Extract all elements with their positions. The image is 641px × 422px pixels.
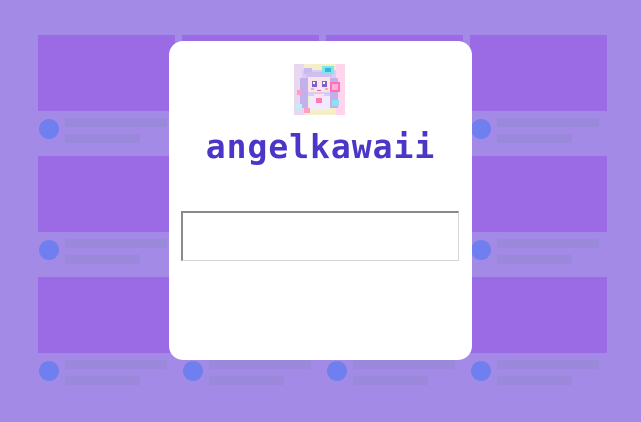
message-input[interactable]	[181, 211, 459, 261]
card-thumbnail	[470, 156, 607, 232]
card-thumbnail	[38, 277, 175, 353]
card-thumbnail	[38, 156, 175, 232]
card-avatar	[471, 361, 491, 381]
card-avatar	[39, 240, 59, 260]
card-title-placeholder	[65, 239, 167, 248]
grid-card[interactable]	[38, 277, 175, 387]
card-subtitle-placeholder	[65, 255, 140, 264]
card-subtitle-placeholder	[209, 376, 284, 385]
grid-card[interactable]	[38, 35, 175, 145]
card-subtitle-placeholder	[65, 134, 140, 143]
card-thumbnail	[470, 35, 607, 111]
grid-card[interactable]	[470, 156, 607, 266]
card-subtitle-placeholder	[497, 255, 572, 264]
card-title-placeholder	[497, 239, 599, 248]
card-thumbnail	[38, 35, 175, 111]
card-title-placeholder	[65, 118, 167, 127]
card-avatar	[39, 361, 59, 381]
card-subtitle-placeholder	[497, 134, 572, 143]
profile-username: angelkawaii	[205, 127, 436, 166]
card-subtitle-placeholder	[497, 376, 572, 385]
card-subtitle-placeholder	[65, 376, 140, 385]
card-title-placeholder	[353, 360, 455, 369]
grid-card[interactable]	[38, 156, 175, 266]
card-title-placeholder	[65, 360, 167, 369]
card-avatar	[471, 240, 491, 260]
grid-card[interactable]	[470, 277, 607, 387]
card-subtitle-placeholder	[353, 376, 428, 385]
card-title-placeholder	[497, 118, 599, 127]
card-avatar	[471, 119, 491, 139]
card-title-placeholder	[497, 360, 599, 369]
profile-avatar-icon[interactable]	[294, 64, 345, 115]
card-avatar	[39, 119, 59, 139]
card-thumbnail	[470, 277, 607, 353]
card-avatar	[183, 361, 203, 381]
profile-modal: angelkawaii	[169, 41, 472, 360]
grid-card[interactable]	[470, 35, 607, 145]
card-title-placeholder	[209, 360, 311, 369]
card-avatar	[327, 361, 347, 381]
